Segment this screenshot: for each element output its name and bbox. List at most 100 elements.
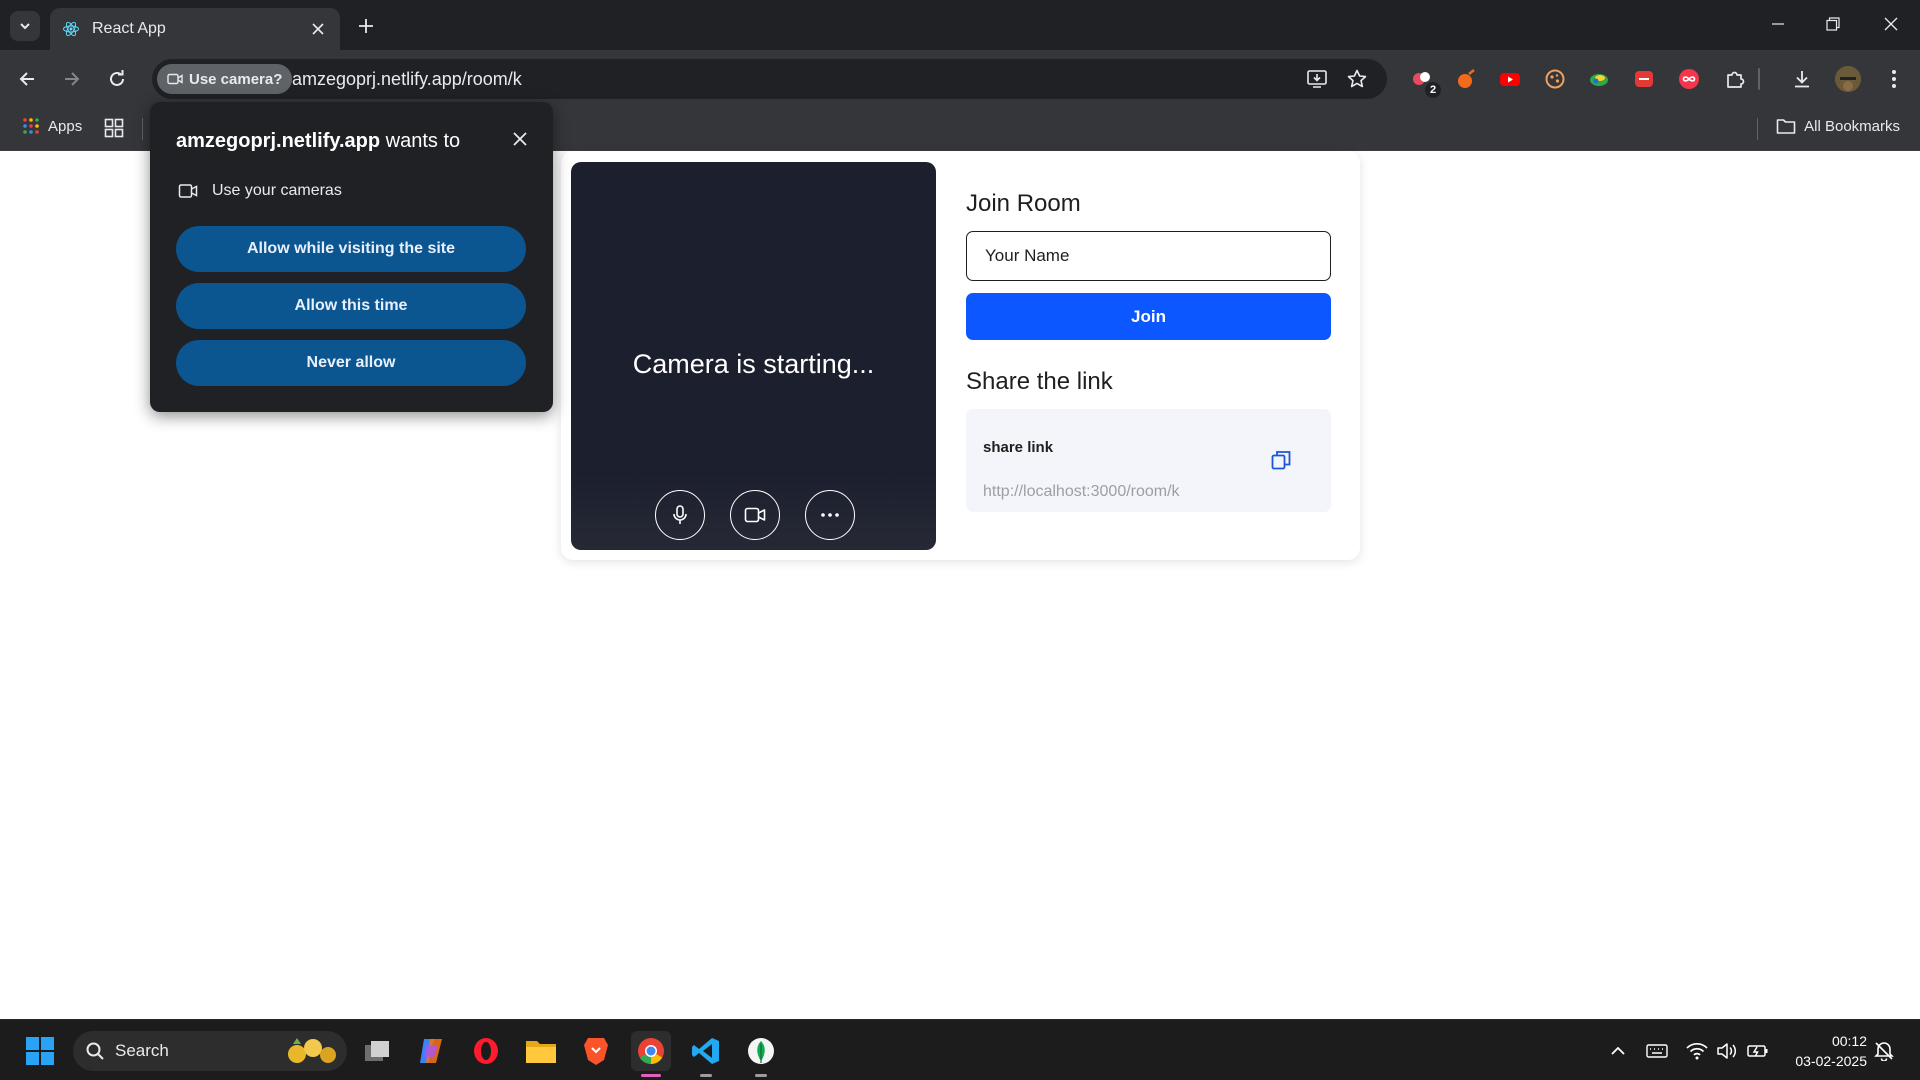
close-icon	[513, 132, 527, 146]
extension-2[interactable]	[1453, 66, 1479, 92]
tab-react-app[interactable]: React App	[50, 8, 340, 50]
video-preview: Camera is starting...	[571, 162, 936, 550]
camera-icon	[178, 184, 198, 198]
allow-while-visiting-button[interactable]: Allow while visiting the site	[176, 226, 526, 272]
battery-charging-icon	[1747, 1045, 1768, 1057]
mongodb-leaf-icon	[748, 1038, 774, 1064]
kebab-menu-icon	[1892, 70, 1896, 88]
extension-3[interactable]	[1497, 66, 1523, 92]
new-tab-button[interactable]	[352, 12, 380, 40]
file-explorer-button[interactable]	[521, 1031, 561, 1071]
copy-link-button[interactable]	[1268, 447, 1294, 473]
camera-chip-label: Use camera?	[189, 70, 283, 88]
brave-button[interactable]	[576, 1031, 616, 1071]
chrome-icon	[638, 1038, 664, 1065]
notifications-button[interactable]	[1872, 1039, 1896, 1063]
copy-icon	[1271, 451, 1291, 470]
bookmark-apps[interactable]: Apps	[22, 117, 82, 135]
task-view-button[interactable]	[357, 1031, 397, 1071]
extensions-menu-button[interactable]	[1722, 66, 1748, 92]
chrome-button[interactable]	[631, 1031, 671, 1077]
arrow-left-icon	[19, 72, 34, 86]
forward-button[interactable]	[56, 63, 88, 95]
toolbar-separator	[1758, 68, 1760, 90]
keyboard-tray-button[interactable]	[1645, 1039, 1669, 1063]
permission-title: amzegoprj.netlify.app wants to	[176, 130, 460, 153]
extension-4[interactable]	[1542, 66, 1568, 92]
taskbar-clock[interactable]: 00:12 03-02-2025	[1795, 1031, 1867, 1071]
app-indicator	[700, 1074, 712, 1077]
never-allow-button[interactable]: Never allow	[176, 340, 526, 386]
all-bookmarks-label: All Bookmarks	[1804, 117, 1900, 135]
bookmark-star-button[interactable]	[1345, 67, 1369, 91]
video-camera-icon	[744, 507, 766, 523]
minimize-icon	[1772, 23, 1784, 25]
room-card: Camera is starting... Join Room Join Sha…	[561, 151, 1360, 560]
camera-toggle-button[interactable]	[730, 490, 780, 540]
avatar-icon	[1835, 66, 1861, 92]
downloads-button[interactable]	[1789, 66, 1815, 92]
share-link-url: http://localhost:3000/room/k	[983, 483, 1180, 500]
install-icon	[1307, 70, 1327, 88]
wifi-icon	[1686, 1042, 1708, 1060]
camera-permission-popup: amzegoprj.netlify.app wants to Use your …	[150, 102, 553, 412]
wifi-tray-button[interactable]	[1685, 1039, 1709, 1063]
mongodb-compass-button[interactable]	[741, 1031, 781, 1077]
minimize-button[interactable]	[1753, 6, 1803, 42]
close-icon	[312, 23, 324, 35]
microphone-button[interactable]	[655, 490, 705, 540]
plus-icon	[359, 19, 373, 33]
task-view-icon	[365, 1041, 389, 1061]
camera-icon	[167, 73, 183, 85]
chevron-up-icon	[1611, 1046, 1625, 1055]
allow-this-time-button[interactable]: Allow this time	[176, 283, 526, 329]
share-link-box: share link http://localhost:3000/room/k	[966, 409, 1331, 512]
taskbar-search[interactable]: Search	[73, 1031, 347, 1071]
tab-close-button[interactable]	[308, 19, 328, 39]
join-button[interactable]: Join	[966, 293, 1331, 340]
extension-7[interactable]	[1676, 66, 1702, 92]
windows-taskbar: Search 00:12 03-02-2025	[0, 1019, 1920, 1080]
volume-tray-button[interactable]	[1715, 1039, 1739, 1063]
brave-lion-icon	[584, 1038, 608, 1065]
folder-icon	[526, 1041, 556, 1063]
all-bookmarks-button[interactable]: All Bookmarks	[1776, 117, 1900, 135]
vscode-button[interactable]	[686, 1031, 726, 1077]
browser-menu-button[interactable]	[1881, 66, 1907, 92]
name-input[interactable]	[966, 231, 1331, 281]
join-room-heading: Join Room	[966, 190, 1081, 217]
notification-bell-icon	[1874, 1042, 1894, 1061]
battery-tray-button[interactable]	[1746, 1039, 1770, 1063]
copilot-button[interactable]	[411, 1031, 451, 1071]
more-options-button[interactable]	[805, 490, 855, 540]
close-window-button[interactable]	[1866, 6, 1916, 42]
start-button[interactable]	[20, 1031, 60, 1071]
install-app-button[interactable]	[1305, 67, 1329, 91]
address-bar[interactable]: Use camera? amzegoprj.netlify.app/room/k	[152, 59, 1387, 99]
camera-permission-chip[interactable]: Use camera?	[157, 64, 293, 94]
tab-groups-button[interactable]	[104, 118, 124, 143]
tab-bar: React App	[0, 0, 1920, 50]
url-text[interactable]: amzegoprj.netlify.app/room/k	[292, 69, 522, 90]
tab-search-button[interactable]	[10, 11, 40, 41]
chevron-down-icon	[20, 23, 30, 30]
permission-close-button[interactable]	[509, 128, 531, 150]
reload-button[interactable]	[101, 63, 133, 95]
restore-button[interactable]	[1808, 6, 1858, 42]
grid-icon	[104, 118, 124, 138]
extension-red-box-icon	[1635, 71, 1653, 87]
search-icon	[86, 1042, 104, 1060]
extension-1[interactable]: 2	[1409, 66, 1441, 98]
profile-avatar[interactable]	[1835, 66, 1861, 92]
extension-6[interactable]	[1631, 66, 1657, 92]
share-link-heading: Share the link	[966, 368, 1113, 395]
show-hidden-icons-button[interactable]	[1606, 1039, 1630, 1063]
clock-date: 03-02-2025	[1795, 1053, 1867, 1069]
puzzle-icon	[1727, 71, 1745, 88]
extension-5[interactable]	[1586, 66, 1612, 92]
copilot-icon	[420, 1039, 442, 1063]
folder-icon	[1776, 119, 1796, 134]
browser-toolbar: Use camera? amzegoprj.netlify.app/room/k…	[0, 50, 1920, 108]
back-button[interactable]	[11, 63, 43, 95]
opera-button[interactable]	[466, 1031, 506, 1071]
